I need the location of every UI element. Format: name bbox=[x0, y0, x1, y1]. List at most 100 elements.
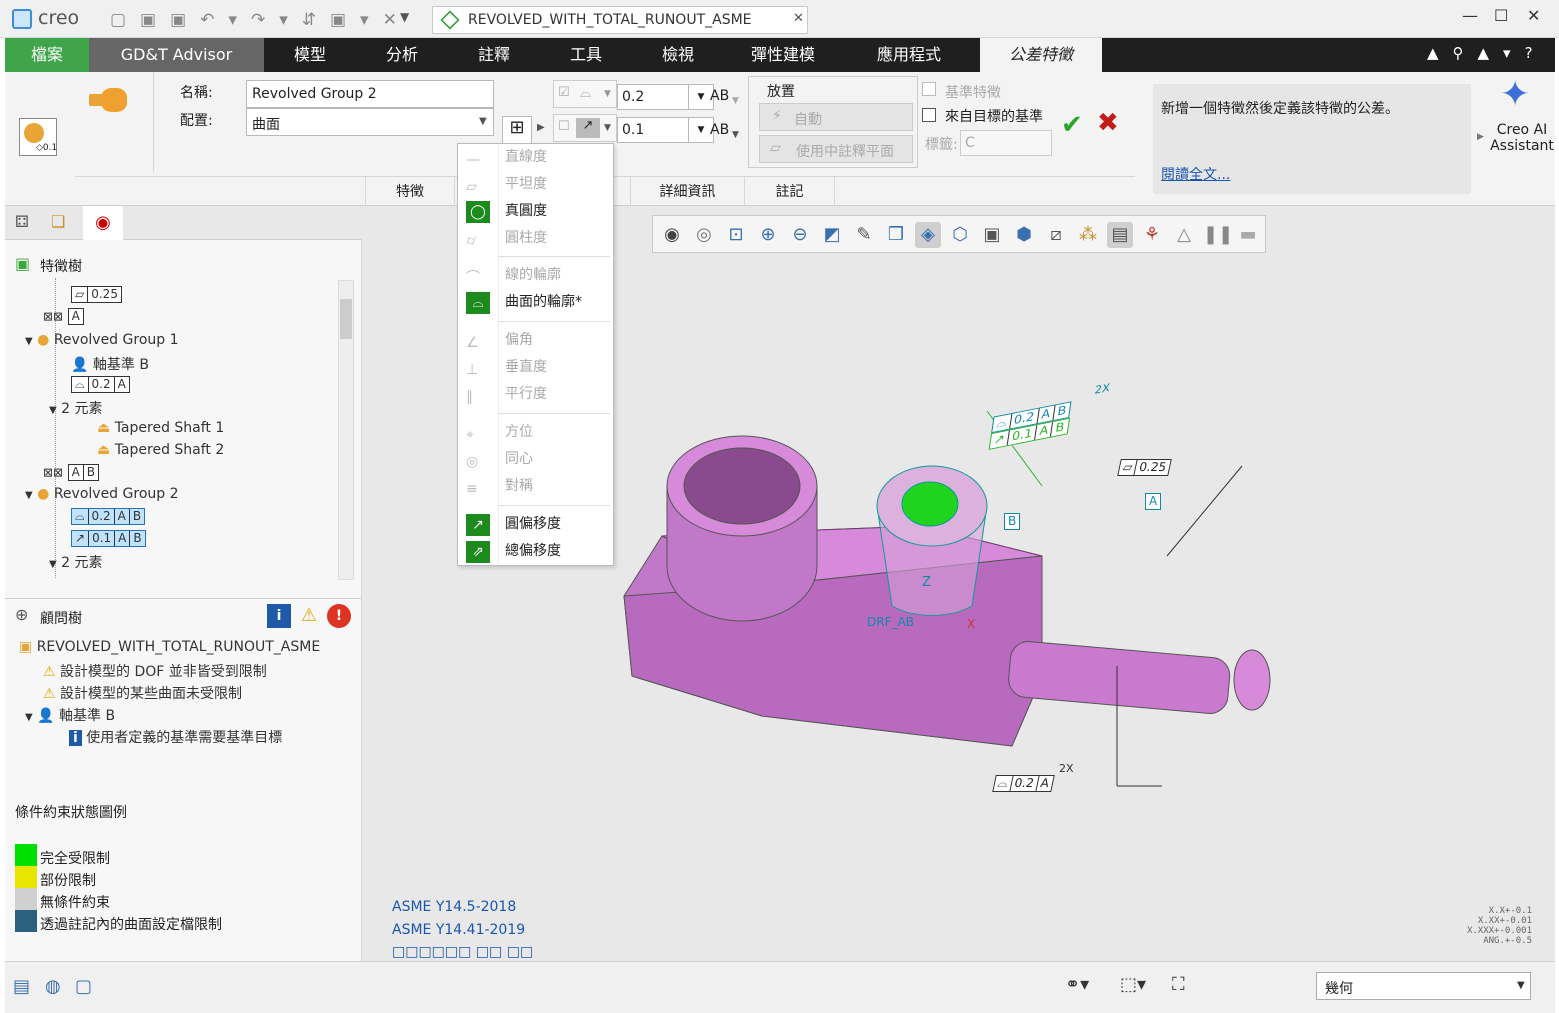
menu-file[interactable]: 檔案 bbox=[5, 38, 89, 72]
dd-total-runout[interactable]: ⇗ 總偏移度 bbox=[458, 538, 613, 565]
read-more-link[interactable]: 閱讀全文... bbox=[1161, 164, 1230, 184]
menu-tools[interactable]: 工具 bbox=[540, 38, 632, 72]
tolerance1-type-select[interactable]: ☑ ⌓ ▼ bbox=[553, 80, 617, 108]
named-views-icon[interactable]: ◎ bbox=[691, 222, 717, 248]
auto-button[interactable]: ⚡ 自動 bbox=[759, 103, 913, 131]
advisor-root[interactable]: ▣ REVOLVED_WITH_TOTAL_RUNOUT_ASME bbox=[19, 639, 320, 655]
tree-row-tapered-shaft-1[interactable]: ⏏ Tapered Shaft 1 bbox=[97, 420, 224, 436]
section-icon[interactable]: ⧄ bbox=[1043, 222, 1069, 248]
close-tab-icon[interactable]: ✕ bbox=[793, 11, 804, 26]
find-icon[interactable]: ⚭▾ bbox=[1065, 974, 1089, 995]
tree-row-fcf-runout-selected[interactable]: ↗ 0.1 A B bbox=[71, 530, 146, 547]
datum-feature-checkbox[interactable] bbox=[922, 82, 936, 96]
info-filter-icon[interactable]: i bbox=[267, 604, 291, 628]
repaint-icon[interactable]: ◩ bbox=[819, 222, 845, 248]
tab-feature[interactable]: 特徵 bbox=[365, 177, 455, 207]
use-annotation-plane-button[interactable]: ▱ 使用中註釋平面 bbox=[759, 135, 913, 163]
zoom-out-icon[interactable]: ⊖ bbox=[787, 222, 813, 248]
appearance-icon[interactable]: △ bbox=[1171, 222, 1197, 248]
quick-access-toolbar[interactable]: ▢▣▣↶▾↷▾⇵▣▾✕ bbox=[110, 10, 411, 30]
from-target-checkbox[interactable] bbox=[922, 108, 936, 122]
chevron-right-icon[interactable]: ▶ bbox=[537, 122, 545, 133]
menu-right-icons[interactable]: ▲⚲▲▾? bbox=[1427, 44, 1547, 62]
gdt-tree-tab-icon[interactable]: ◉ bbox=[83, 206, 123, 240]
dd-profile-line[interactable]: ⌒ 線的輪廓 bbox=[458, 262, 613, 289]
tree-row-elements-1[interactable]: ▼ 2 元素 bbox=[49, 398, 103, 418]
perspective-icon[interactable]: ⬢ bbox=[1011, 222, 1037, 248]
feature-type-icon[interactable]: ◇0.1 bbox=[19, 118, 57, 156]
dd-parallelism[interactable]: ∥ 平行度 bbox=[458, 381, 613, 408]
add-feature-button[interactable]: ⊞ bbox=[502, 116, 532, 146]
document-tab[interactable]: REVOLVED_WITH_TOTAL_RUNOUT_ASME ✕ bbox=[432, 6, 808, 34]
checkbox-icon[interactable]: ☑ bbox=[558, 85, 570, 100]
model-tree-tab-icon[interactable]: ⚃ bbox=[15, 212, 29, 231]
chevron-right-icon[interactable]: ▶ bbox=[1477, 132, 1484, 142]
tolerance1-value-input[interactable]: 0.2 bbox=[617, 84, 689, 110]
selection-filter-select[interactable]: 幾何 bbox=[1316, 972, 1531, 1000]
chevron-down-icon[interactable]: ▼ bbox=[732, 130, 739, 140]
datum-ref1[interactable]: AB bbox=[710, 88, 729, 104]
dd-flatness[interactable]: ▱ 平坦度 bbox=[458, 171, 613, 198]
dd-circular-runout[interactable]: ↗ 圓偏移度 bbox=[458, 511, 613, 538]
menu-model[interactable]: 模型 bbox=[264, 38, 356, 72]
advisor-msg-surfaces[interactable]: ⚠ 設計模型的某些曲面未受限制 bbox=[43, 683, 242, 703]
camera-icon[interactable]: ▣ bbox=[979, 222, 1005, 248]
view-manager-icon[interactable]: ⬡ bbox=[947, 222, 973, 248]
datum-display-icon[interactable]: ⁂ bbox=[1075, 222, 1101, 248]
dd-position[interactable]: ⌖ 方位 bbox=[458, 419, 613, 446]
config-select[interactable]: 曲面 bbox=[246, 108, 494, 136]
confirm-check-icon[interactable]: ✔ bbox=[1061, 110, 1083, 140]
datum-b-symbol[interactable]: B bbox=[1004, 513, 1021, 530]
show-navigator-icon[interactable]: ▤ bbox=[13, 976, 30, 997]
tree-row-axis-datum-b[interactable]: 👤 軸基準 B bbox=[71, 354, 149, 374]
advisor-msg-target[interactable]: i 使用者定義的基準需要基準目標 bbox=[69, 727, 282, 747]
menu-annotate[interactable]: 註釋 bbox=[448, 38, 540, 72]
advisor-axis-datum-b[interactable]: ▼ 👤 軸基準 B bbox=[25, 705, 115, 725]
tree-row-datums-ab[interactable]: ⊠⊠ AB bbox=[43, 464, 100, 481]
display-style-icon[interactable]: ❒ bbox=[883, 222, 909, 248]
browser-icon[interactable]: ◍ bbox=[45, 976, 61, 997]
minimize-icon[interactable]: — bbox=[1462, 6, 1478, 25]
fullscreen-icon[interactable]: ▢ bbox=[75, 976, 92, 997]
fcf-bottom[interactable]: 2X ⌓ 0.2 A bbox=[992, 762, 1074, 792]
layers-tab-icon[interactable]: ❏ bbox=[51, 212, 65, 231]
label-select[interactable]: C bbox=[960, 130, 1052, 156]
dd-straightness[interactable]: — 直線度 bbox=[458, 144, 613, 171]
tree-row-elements-2[interactable]: ▼ 2 元素 bbox=[49, 552, 103, 572]
menu-tolerance-feature[interactable]: 公差特徵 bbox=[980, 38, 1102, 72]
menu-flexible-modeling[interactable]: 彈性建模 bbox=[724, 38, 842, 72]
tab-notes[interactable]: 註記 bbox=[745, 177, 835, 207]
pause-icon[interactable]: ❚❚ bbox=[1203, 222, 1233, 248]
quick-access-menu-icon[interactable]: ▼ bbox=[400, 10, 409, 24]
orient-icon[interactable]: ✎ bbox=[851, 222, 877, 248]
tree-row-fcf-profile-selected[interactable]: ⌓ 0.2 A B bbox=[71, 508, 146, 525]
advisor-msg-dof[interactable]: ⚠ 設計模型的 DOF 並非皆受到限制 bbox=[43, 661, 267, 681]
datum-ref2[interactable]: AB bbox=[710, 122, 729, 138]
maximize-icon[interactable]: ☐ bbox=[1494, 6, 1508, 25]
chevron-down-icon[interactable]: ▼ bbox=[732, 96, 739, 106]
dd-cylindricity[interactable]: ⌭ 圓柱度 bbox=[458, 225, 613, 252]
annotations-filter-icon[interactable]: ▤ bbox=[1107, 222, 1133, 248]
dd-circularity[interactable]: ◯ 真圓度 bbox=[458, 198, 613, 225]
tolerance2-value-input[interactable]: 0.1 bbox=[617, 117, 689, 143]
menu-gdt-advisor[interactable]: GD&T Advisor bbox=[89, 38, 264, 72]
datum-a-symbol[interactable]: A bbox=[1145, 493, 1162, 510]
tree-row-tapered-shaft-2[interactable]: ⏏ Tapered Shaft 2 bbox=[97, 442, 224, 458]
box-select-icon[interactable]: ⬚▾ bbox=[1120, 974, 1146, 995]
tree-row-revolved-group-2[interactable]: ▼ ● Revolved Group 2 bbox=[25, 486, 179, 502]
tab-details[interactable]: 詳細資訊 bbox=[630, 177, 745, 207]
tree-row-fcf-flatness[interactable]: ▱ 0.25 bbox=[71, 286, 122, 303]
error-filter-icon[interactable]: ! bbox=[327, 604, 351, 628]
tree-row-fcf-profile[interactable]: ⌓ 0.2 A bbox=[71, 376, 130, 393]
dd-angularity[interactable]: ∠ 偏角 bbox=[458, 327, 613, 354]
spin-center-icon[interactable]: ⚘ bbox=[1139, 222, 1165, 248]
stop-icon[interactable]: ▬ bbox=[1235, 222, 1261, 248]
warning-filter-icon[interactable]: ⚠ bbox=[297, 604, 321, 628]
menu-applications[interactable]: 應用程式 bbox=[842, 38, 976, 72]
tree-scrollbar[interactable] bbox=[338, 280, 354, 580]
ai-assistant-button[interactable]: Creo AI Assistant bbox=[1490, 122, 1554, 154]
tolerance2-type-select[interactable]: ☐ ↗ ▼ bbox=[553, 114, 617, 142]
name-input[interactable]: Revolved Group 2 bbox=[246, 80, 494, 108]
dd-concentricity[interactable]: ◎ 同心 bbox=[458, 446, 613, 473]
zoom-in-icon[interactable]: ⊕ bbox=[755, 222, 781, 248]
